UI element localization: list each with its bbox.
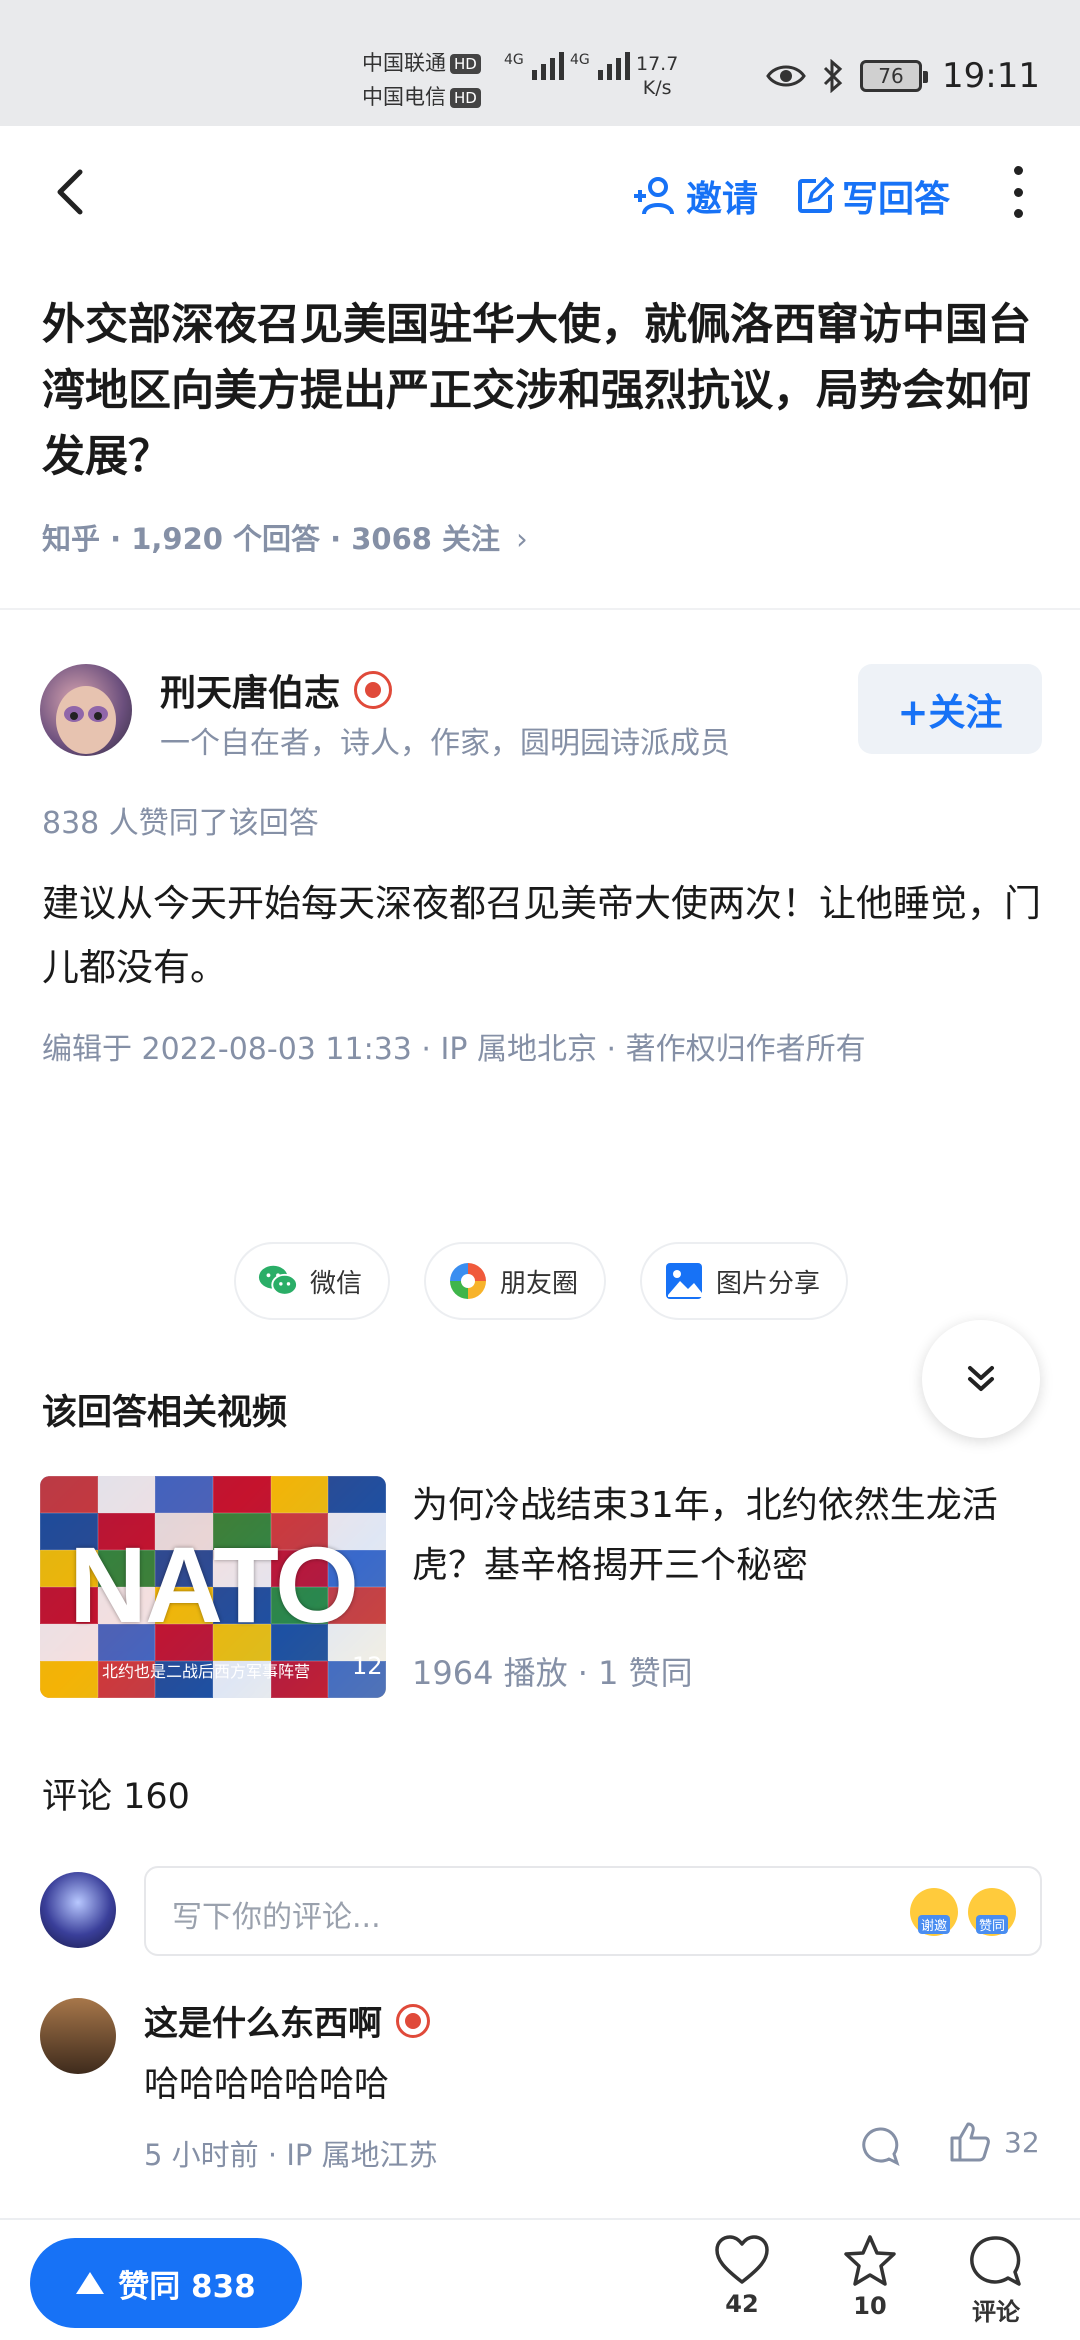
moments-icon (448, 1261, 488, 1301)
thumbnail-text: NATO (69, 1524, 359, 1645)
share-moments-button[interactable]: 朋友圈 (424, 1242, 607, 1320)
comments-title: 评论 160 (42, 1777, 190, 1817)
comment-like-button[interactable]: 32 (948, 2120, 1040, 2164)
favorite-button[interactable]: 10 (830, 2234, 910, 2320)
edit-icon (798, 177, 834, 213)
comment-placeholder: 写下你的评论... (172, 1900, 381, 1935)
comment-meta: 5 小时前 · IP 属地江苏 (144, 2138, 438, 2172)
divider (0, 608, 1080, 610)
wechat-icon (258, 1261, 298, 1301)
top-nav-bar: 邀请 写回答 (0, 126, 1080, 258)
comment-icon (970, 2236, 1021, 2286)
chevron-right-icon: › (516, 522, 528, 556)
status-bar: 中国联通 HD 中国电信 HD 4G 4G 17.7 K/s 76 19:11 (0, 0, 1080, 126)
thumbnail-caption: 北约也是二战后西方军事阵营 (102, 1662, 311, 1681)
add-user-icon (634, 177, 674, 215)
question-meta[interactable]: 知乎 · 1,920 个回答 · 3068 关注 › (42, 516, 528, 558)
star-icon (844, 2235, 896, 2286)
eye-icon (766, 65, 806, 87)
share-row: 微信 朋友圈 图片分享 (0, 1242, 1080, 1320)
image-icon (664, 1261, 704, 1301)
write-answer-button[interactable]: 写回答 (796, 170, 950, 222)
back-arrow-icon[interactable] (44, 164, 100, 220)
verified-badge-icon (354, 671, 393, 709)
share-image-button[interactable]: 图片分享 (640, 1242, 849, 1320)
my-avatar (40, 1872, 116, 1948)
invite-button[interactable]: 邀请 (632, 170, 758, 222)
thumbs-up-icon (950, 2122, 990, 2162)
video-thumbnail[interactable]: NATO 北约也是二战后西方军事阵营 12 (40, 1476, 386, 1698)
double-chevron-down-icon (968, 1366, 994, 1391)
video-duration: 12 (352, 1652, 383, 1680)
upvote-button[interactable]: 赞同 838 (30, 2238, 302, 2328)
bottom-action-bar: 赞同 838 42 10 评论 (0, 2218, 1080, 2340)
hd-badge: HD (450, 54, 481, 74)
emoji-thanks-icon[interactable]: 谢邀 (910, 1888, 958, 1936)
commenter-name[interactable]: 这是什么东西啊 (144, 1996, 430, 2045)
signal-icon: 4G (570, 52, 630, 80)
upvote-arrow-icon (76, 2272, 105, 2294)
status-icons: 76 19:11 (766, 56, 1040, 96)
carrier-2: 中国电信 (362, 85, 446, 109)
like-button[interactable]: 42 (702, 2234, 782, 2318)
share-wechat-button[interactable]: 微信 (234, 1242, 391, 1320)
battery-icon: 76 (860, 60, 928, 92)
network-speed: 17.7 K/s (636, 53, 679, 99)
emoji-agree-icon[interactable]: 赞同 (968, 1888, 1016, 1936)
hd-badge: HD (450, 88, 481, 108)
comment-input[interactable]: 写下你的评论... 谢邀 赞同 (144, 1866, 1042, 1956)
follow-button[interactable]: +关注 (858, 664, 1042, 754)
upvote-info: 838 人赞同了该回答 (42, 806, 319, 841)
comment-button[interactable]: 评论 (956, 2234, 1036, 2327)
commenter-avatar[interactable] (40, 1998, 116, 2074)
next-answer-button[interactable] (922, 1320, 1040, 1438)
author-bio: 一个自在者，诗人，作家，圆明园诗派成员 (160, 726, 730, 761)
badge-icon (396, 2003, 430, 2038)
video-title[interactable]: 为何冷战结束31年，北约依然生龙活虎？基辛格揭开三个秘密 (412, 1476, 1042, 1596)
signal-icon: 4G (504, 52, 564, 80)
heart-icon (715, 2235, 769, 2284)
clock: 19:11 (942, 56, 1040, 96)
reply-icon[interactable] (860, 2126, 900, 2166)
more-options-icon[interactable] (1006, 166, 1030, 218)
author-avatar[interactable] (40, 664, 132, 756)
bluetooth-icon (823, 59, 843, 93)
video-meta: 1964 播放 · 1 赞同 (412, 1654, 693, 1692)
author-name[interactable]: 刑天唐伯志 (160, 664, 393, 716)
comment-text: 哈哈哈哈哈哈哈 (144, 2065, 390, 2105)
carrier-1: 中国联通 (362, 51, 446, 75)
question-title[interactable]: 外交部深夜召见美国驻华大使，就佩洛西窜访中国台湾地区向美方提出严正交涉和强烈抗议… (42, 292, 1042, 490)
carrier-info: 中国联通 HD 中国电信 HD (362, 46, 481, 114)
answer-body: 建议从今天开始每天深夜都召见美帝大使两次！让他睡觉，门儿都没有。 (42, 882, 1041, 989)
related-videos-title: 该回答相关视频 (42, 1393, 288, 1433)
answer-meta: 编辑于 2022-08-03 11:33 · IP 属地北京 · 著作权归作者所… (42, 1032, 866, 1067)
